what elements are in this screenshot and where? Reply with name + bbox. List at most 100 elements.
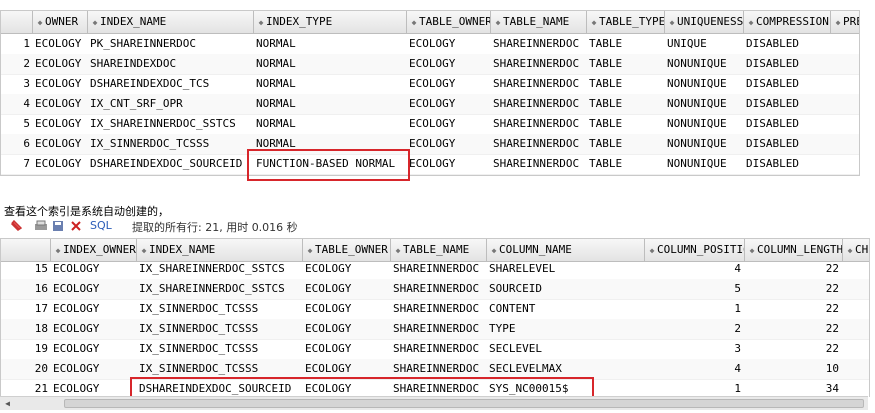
cell-index-owner[interactable]: ECOLOGY <box>51 319 137 339</box>
cell-compression[interactable]: DISABLED <box>744 154 831 174</box>
cell-uniqueness[interactable]: NONUNIQUE <box>665 134 744 154</box>
cell-compression[interactable]: DISABLED <box>744 34 831 54</box>
cell-index-type[interactable]: NORMAL <box>254 94 407 114</box>
cell-column-length[interactable]: 22 <box>745 299 843 319</box>
cell-index-name[interactable]: IX_CNT_SRF_OPR <box>88 94 254 114</box>
sort-icon[interactable]: ◆ <box>667 12 677 33</box>
table-row[interactable]: 1 ECOLOGY PK_SHAREINNERDOC NORMAL ECOLOG… <box>1 34 859 55</box>
sort-icon[interactable]: ◆ <box>489 240 499 261</box>
cell-column-length[interactable]: 22 <box>745 339 843 359</box>
horizontal-scrollbar[interactable]: ◀ <box>0 396 868 410</box>
cell-table-name[interactable]: SHAREINNERDOC <box>491 54 587 74</box>
cell-table-name[interactable]: SHAREINNERDOC <box>391 259 487 279</box>
cell-table-owner[interactable]: ECOLOGY <box>303 359 391 379</box>
cell-column-name[interactable]: SECLEVELMAX <box>487 359 645 379</box>
column-header-column-name[interactable]: ◆ COLUMN_NAME <box>487 239 645 261</box>
cell-column-name[interactable]: SECLEVEL <box>487 339 645 359</box>
sort-icon[interactable]: ◆ <box>305 240 315 261</box>
cell-column-name[interactable]: SOURCEID <box>487 279 645 299</box>
table-row[interactable]: 7 ECOLOGY DSHAREINDEXDOC_SOURCEID FUNCTI… <box>1 154 859 175</box>
cell-table-owner[interactable]: ECOLOGY <box>303 259 391 279</box>
scrollbar-thumb[interactable] <box>64 399 864 408</box>
cell-table-name[interactable]: SHAREINNERDOC <box>491 94 587 114</box>
cell-index-name[interactable]: IX_SINNERDOC_TCSSS <box>88 134 254 154</box>
cell-table-owner[interactable]: ECOLOGY <box>407 94 491 114</box>
column-header-index-name[interactable]: ◆ INDEX_NAME <box>137 239 303 261</box>
table-row[interactable]: 3 ECOLOGY DSHAREINDEXDOC_TCS NORMAL ECOL… <box>1 74 859 95</box>
cell-owner[interactable]: ECOLOGY <box>33 74 88 94</box>
cell-compression[interactable]: DISABLED <box>744 74 831 94</box>
sort-icon[interactable]: ◆ <box>746 12 756 33</box>
sort-icon[interactable]: ◆ <box>53 240 63 261</box>
cell-index-name[interactable]: IX_SINNERDOC_TCSSS <box>137 339 303 359</box>
column-header-ch[interactable]: ◆ CH <box>843 239 869 261</box>
sort-icon[interactable]: ◆ <box>35 12 45 33</box>
cell-table-owner[interactable]: ECOLOGY <box>407 114 491 134</box>
pin-icon[interactable] <box>10 220 22 232</box>
table-row[interactable]: 6 ECOLOGY IX_SINNERDOC_TCSSS NORMAL ECOL… <box>1 134 859 155</box>
cell-table-owner[interactable]: ECOLOGY <box>407 54 491 74</box>
column-header-uniqueness[interactable]: ◆ UNIQUENESS <box>665 11 744 33</box>
cell-compression[interactable]: DISABLED <box>744 94 831 114</box>
sort-icon[interactable]: ◆ <box>493 12 503 33</box>
table-row[interactable]: 4 ECOLOGY IX_CNT_SRF_OPR NORMAL ECOLOGY … <box>1 94 859 115</box>
cell-owner[interactable]: ECOLOGY <box>33 94 88 114</box>
table-row[interactable]: 15 ECOLOGY IX_SHAREINNERDOC_SSTCS ECOLOG… <box>1 259 869 280</box>
cell-column-length[interactable]: 22 <box>745 319 843 339</box>
table-row[interactable]: 18 ECOLOGY IX_SINNERDOC_TCSSS ECOLOGY SH… <box>1 319 869 340</box>
cell-index-name[interactable]: PK_SHAREINNERDOC <box>88 34 254 54</box>
cell-table-name[interactable]: SHAREINNERDOC <box>491 114 587 134</box>
cell-uniqueness[interactable]: NONUNIQUE <box>665 154 744 174</box>
cell-table-name[interactable]: SHAREINNERDOC <box>391 359 487 379</box>
cell-index-type[interactable]: NORMAL <box>254 54 407 74</box>
scroll-left-icon[interactable]: ◀ <box>2 398 13 409</box>
cell-index-name[interactable]: IX_SINNERDOC_TCSSS <box>137 359 303 379</box>
cell-uniqueness[interactable]: NONUNIQUE <box>665 74 744 94</box>
column-header-index-owner[interactable]: ◆ INDEX_OWNER <box>51 239 137 261</box>
print-icon[interactable] <box>34 220 48 232</box>
cell-column-position[interactable]: 2 <box>645 319 745 339</box>
cell-table-name[interactable]: SHAREINNERDOC <box>391 319 487 339</box>
cell-index-name[interactable]: DSHAREINDEXDOC_TCS <box>88 74 254 94</box>
column-header-pre[interactable]: ◆PRE <box>831 11 859 33</box>
table-row[interactable]: 19 ECOLOGY IX_SINNERDOC_TCSSS ECOLOGY SH… <box>1 339 869 360</box>
cell-index-owner[interactable]: ECOLOGY <box>51 279 137 299</box>
cell-index-type[interactable]: NORMAL <box>254 34 407 54</box>
column-header-table-name[interactable]: ◆ TABLE_NAME <box>391 239 487 261</box>
cell-index-name[interactable]: IX_SHAREINNERDOC_SSTCS <box>137 279 303 299</box>
sql-button[interactable]: SQL <box>90 219 112 232</box>
cell-table-type[interactable]: TABLE <box>587 114 665 134</box>
column-header-compression[interactable]: ◆ COMPRESSION <box>744 11 831 33</box>
cell-table-type[interactable]: TABLE <box>587 154 665 174</box>
cell-owner[interactable]: ECOLOGY <box>33 54 88 74</box>
cell-index-name[interactable]: SHAREINDEXDOC <box>88 54 254 74</box>
cell-column-position[interactable]: 3 <box>645 339 745 359</box>
cell-table-owner[interactable]: ECOLOGY <box>303 299 391 319</box>
column-header-table-owner[interactable]: ◆ TABLE_OWNER <box>303 239 391 261</box>
cell-table-name[interactable]: SHAREINNERDOC <box>391 339 487 359</box>
column-header-column-position[interactable]: ◆COLUMN_POSITION <box>645 239 745 261</box>
cell-index-owner[interactable]: ECOLOGY <box>51 299 137 319</box>
column-header-column-length[interactable]: ◆ COLUMN_LENGTH <box>745 239 843 261</box>
delete-icon[interactable] <box>70 220 82 232</box>
cell-owner[interactable]: ECOLOGY <box>33 154 88 174</box>
sort-icon[interactable]: ◆ <box>747 240 757 261</box>
cell-table-type[interactable]: TABLE <box>587 74 665 94</box>
cell-table-owner[interactable]: ECOLOGY <box>303 319 391 339</box>
cell-column-position[interactable]: 5 <box>645 279 745 299</box>
cell-column-position[interactable]: 4 <box>645 359 745 379</box>
table-row[interactable]: 2 ECOLOGY SHAREINDEXDOC NORMAL ECOLOGY S… <box>1 54 859 75</box>
cell-column-name[interactable]: SHARELEVEL <box>487 259 645 279</box>
column-header-table-name[interactable]: ◆ TABLE_NAME <box>491 11 587 33</box>
cell-index-owner[interactable]: ECOLOGY <box>51 259 137 279</box>
cell-table-owner[interactable]: ECOLOGY <box>407 154 491 174</box>
sort-icon[interactable]: ◆ <box>409 12 419 33</box>
sort-icon[interactable]: ◆ <box>833 12 843 33</box>
sort-icon[interactable]: ◆ <box>256 12 266 33</box>
cell-compression[interactable]: DISABLED <box>744 114 831 134</box>
cell-index-type[interactable]: NORMAL <box>254 114 407 134</box>
column-header-table-owner[interactable]: ◆ TABLE_OWNER <box>407 11 491 33</box>
cell-index-name[interactable]: IX_SINNERDOC_TCSSS <box>137 319 303 339</box>
column-header-index-type[interactable]: ◆ INDEX_TYPE <box>254 11 407 33</box>
sort-icon[interactable]: ◆ <box>589 12 599 33</box>
